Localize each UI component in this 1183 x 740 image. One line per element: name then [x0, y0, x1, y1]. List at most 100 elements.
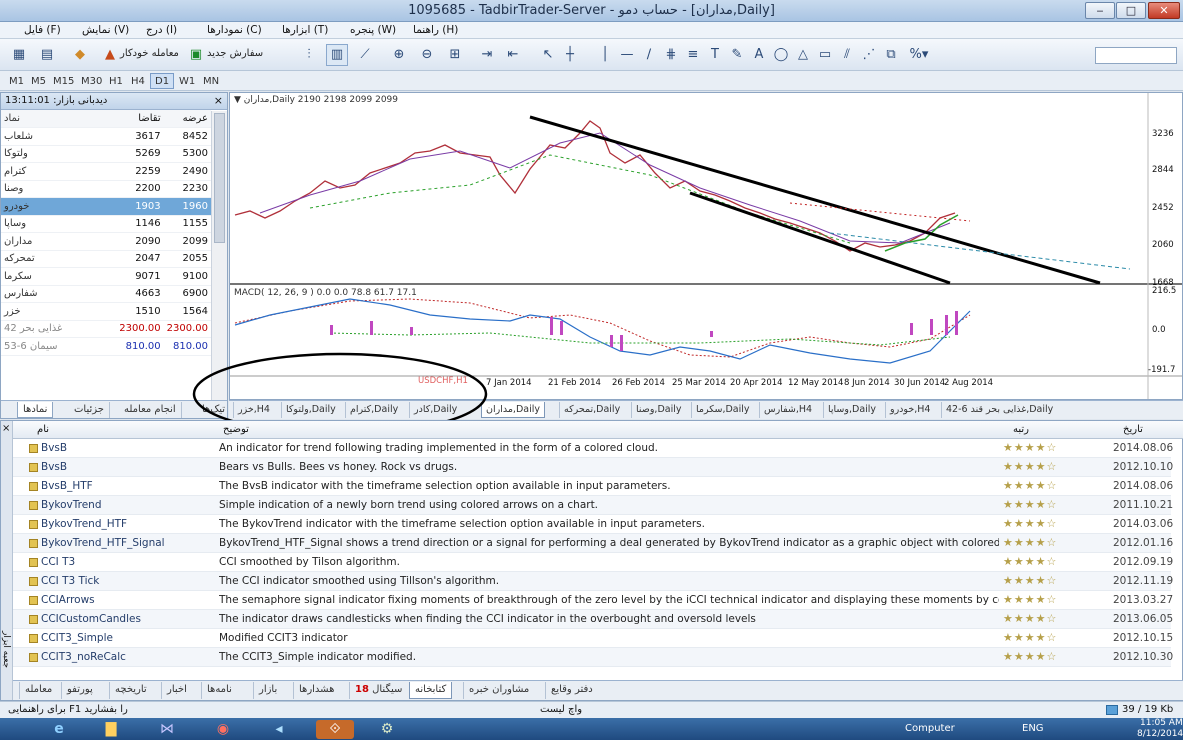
tab-news[interactable]: اخبار [161, 682, 192, 699]
menu-insert[interactable]: درج (I) [146, 24, 177, 36]
tile-windows-icon[interactable]: ⊞ [444, 44, 466, 66]
menu-view[interactable]: نمایش (V) [82, 24, 129, 36]
table-row[interactable]: وصنا 2200 2230 [1, 180, 211, 198]
triangle-icon[interactable]: △ [794, 44, 812, 66]
tab-trade[interactable]: انجام معامله [119, 402, 182, 418]
chart-tab[interactable]: شفارس,H4 [759, 402, 816, 418]
pen-icon[interactable]: ✎ [728, 44, 746, 66]
menu-tools[interactable]: ابزارها (T) [282, 24, 328, 36]
chart-tab-active[interactable]: مداران,Daily [481, 402, 545, 418]
table-row[interactable]: خزر 1510 1564 [1, 302, 211, 321]
rectangle-icon[interactable]: ▭ [816, 44, 834, 66]
table-row[interactable]: CCICustomCandles The indicator draws cand… [13, 610, 1173, 629]
table-row[interactable]: BvsB An indicator for trend following tra… [13, 439, 1173, 458]
menu-file[interactable]: فایل (F) [24, 24, 61, 36]
channel-icon[interactable]: ⋕ [662, 44, 680, 66]
tab-library[interactable]: کتابخانه [409, 682, 453, 699]
col-rating[interactable]: رتبه [1013, 424, 1029, 435]
text-icon[interactable]: A [750, 44, 768, 66]
table-row[interactable]: غذایی بحر 42 2300.00 2300.00 [1, 320, 211, 338]
table-row[interactable]: وساپا 1146 1155 [1, 215, 211, 233]
app-icon[interactable]: ⚙ [368, 720, 406, 739]
tf-w1[interactable]: W1 [174, 73, 200, 89]
menu-help[interactable]: راهنما (H) [413, 24, 458, 36]
close-icon[interactable]: × [2, 423, 10, 434]
chart-tab[interactable]: سکرما,Daily [691, 402, 754, 418]
computer-label[interactable]: Computer [905, 723, 955, 734]
table-row[interactable]: BvsB_HTF The BvsB indicator with the time… [13, 477, 1173, 496]
tab-mailbox[interactable]: نامه‌ها [201, 682, 237, 699]
pitchfork-icon[interactable]: ⫽ [838, 44, 856, 66]
close-icon[interactable]: × [214, 94, 223, 107]
tab-signals[interactable]: 18 سیگنال [349, 682, 407, 699]
chart-tab[interactable]: تمحرکه,Daily [559, 402, 624, 418]
chart-shift-icon[interactable]: ⇤ [502, 44, 524, 66]
maximize-button[interactable]: □ [1116, 2, 1146, 19]
search-input[interactable] [1095, 47, 1177, 64]
table-row[interactable]: BykovTrend_HTF The BykovTrend indicator w… [13, 515, 1173, 534]
new-order-icon[interactable]: ▣ [186, 44, 206, 66]
fibo-icon[interactable]: ≡ [684, 44, 702, 66]
vertical-line-icon[interactable]: │ [596, 44, 614, 66]
zoom-in-icon[interactable]: ⊕ [388, 44, 410, 66]
clock-time[interactable]: 11:05 AM [1140, 718, 1183, 728]
col-name[interactable]: نام [37, 424, 49, 435]
table-row[interactable]: CCI T3 Tick The CCI indicator smoothed us… [13, 572, 1173, 591]
scroll-thumb[interactable] [214, 113, 225, 243]
trendline-icon[interactable]: ∕ [640, 44, 658, 66]
tab-details[interactable]: جزئیات [69, 402, 110, 418]
table-row[interactable]: CCIT3_Simple Modified CCIT3 indicator ★★★★… [13, 629, 1173, 648]
table-row[interactable]: BykovTrend Simple indication of a newly b… [13, 496, 1173, 515]
tab-journal[interactable]: دفتر وقایع [545, 682, 598, 699]
table-row[interactable]: سکرما 9071 9100 [1, 267, 211, 286]
tf-h1[interactable]: H1 [104, 73, 128, 89]
table-row[interactable]: سیمان 6-53 810.00 810.00 [1, 337, 211, 356]
table-row[interactable]: شفارس 4663 6900 [1, 285, 211, 303]
tf-h4[interactable]: H4 [126, 73, 150, 89]
zoom-out-icon[interactable]: ⊖ [416, 44, 438, 66]
table-row[interactable]: CCIArrows The semaphore signal indicator … [13, 591, 1173, 610]
tf-m30[interactable]: M30 [76, 73, 107, 89]
tab-portfolio[interactable]: پورتفو [61, 682, 98, 699]
chart-tab[interactable]: وصنا,Daily [631, 402, 685, 418]
chrome-icon[interactable]: ◉ [204, 720, 242, 739]
table-row[interactable]: کترام 2259 2490 [1, 162, 211, 181]
gann-icon[interactable]: ⋰ [860, 44, 878, 66]
chart-tab[interactable]: وساپا,Daily [823, 402, 880, 418]
table-row[interactable]: تمحرکه 2047 2055 [1, 250, 211, 268]
tf-d1[interactable]: D1 [150, 73, 175, 89]
language-indicator[interactable]: ENG [1022, 723, 1044, 734]
clock-date[interactable]: 8/12/2014 [1137, 729, 1183, 739]
crosshair-icon[interactable]: ┼ [560, 44, 580, 66]
table-row[interactable]: شلعاب 3617 8452 [1, 127, 211, 146]
table-row[interactable]: ولتوکا 5269 5300 [1, 145, 211, 163]
col-date[interactable]: تاریخ [1123, 424, 1143, 435]
table-row[interactable]: BvsB Bears vs Bulls. Bees vs honey. Rock … [13, 458, 1173, 477]
trader-app-icon[interactable]: ⟐ [316, 720, 354, 739]
auto-trade-button[interactable]: معامله خودکار [120, 48, 179, 59]
line-chart-icon[interactable]: ⟋ [354, 44, 376, 66]
telegram-icon[interactable]: ◂ [260, 720, 298, 739]
autoscroll-icon[interactable]: ⇥ [476, 44, 498, 66]
horizontal-line-icon[interactable]: — [618, 44, 636, 66]
col-bid[interactable]: تقاضا [116, 110, 164, 128]
periods-icon[interactable]: ⧉ [882, 44, 900, 66]
indicators-icon[interactable]: %▾ [906, 44, 932, 66]
col-symbol[interactable]: نماد [1, 110, 117, 128]
candle-chart-icon[interactable]: ▥ [326, 44, 348, 66]
tf-m15[interactable]: M15 [48, 73, 79, 89]
new-order-button[interactable]: سفارش جدید [207, 48, 263, 59]
cursor-icon[interactable]: ↖ [538, 44, 558, 66]
tf-mn[interactable]: MN [198, 73, 224, 89]
menu-window[interactable]: پنجره (W) [350, 24, 396, 36]
table-row-selected[interactable]: خودرو 1903 1960 [1, 197, 211, 216]
profiles-icon[interactable]: ▤ [36, 44, 58, 66]
menu-charts[interactable]: نمودارها (C) [207, 24, 262, 36]
text-label-icon[interactable]: T [706, 44, 724, 66]
tab-symbols[interactable]: نمادها [17, 402, 54, 418]
tab-alerts[interactable]: هشدارها [293, 682, 339, 699]
table-row[interactable]: CCI T3 CCI smoothed by Tilson algorithm. ★… [13, 553, 1173, 572]
media-icon[interactable]: ⋈ [148, 720, 186, 739]
close-button[interactable]: ✕ [1148, 2, 1180, 19]
chart-tab[interactable]: خودرو,H4 [885, 402, 934, 418]
